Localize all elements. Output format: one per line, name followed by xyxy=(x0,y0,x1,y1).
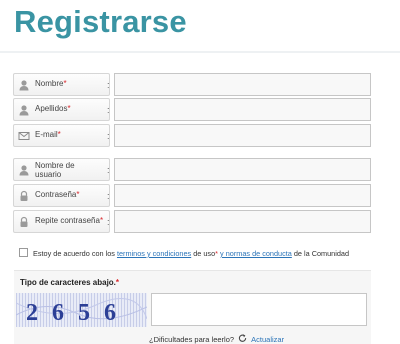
header-divider xyxy=(0,51,400,53)
password-input[interactable] xyxy=(114,184,371,207)
user-icon xyxy=(19,105,29,116)
email-label-box: E-mail* : xyxy=(13,124,110,147)
password-label: Contraseña xyxy=(35,190,77,199)
refresh-icon[interactable] xyxy=(238,334,247,343)
captcha-title: Tipo de caracteres abajo. xyxy=(20,278,116,287)
terms-checkbox[interactable] xyxy=(19,248,28,257)
required-asterisk: * xyxy=(115,278,120,287)
header: Registrarse xyxy=(0,0,400,52)
name-row: Nombre* : xyxy=(13,73,371,96)
surname-label: Apellidos xyxy=(35,104,68,113)
lock-icon xyxy=(20,216,28,227)
repeat-password-input[interactable] xyxy=(114,210,371,233)
terms-link[interactable]: terminos y condiciones xyxy=(117,249,191,258)
terms-text-before: Estoy de acuerdo con los xyxy=(33,249,115,258)
label-colon: : xyxy=(107,217,110,227)
user-icon xyxy=(19,165,29,176)
label-colon: : xyxy=(107,165,110,175)
username-label-box: Nombre de usuario : xyxy=(13,158,110,181)
required-asterisk: * xyxy=(63,79,67,88)
repeat-password-label: Repite contraseña xyxy=(35,216,100,225)
password-row: Contraseña* : xyxy=(13,184,371,207)
required-asterisk: * xyxy=(67,104,71,113)
surname-row: Apellidos* : xyxy=(13,98,371,121)
captcha-text: 2656 xyxy=(26,300,130,326)
email-input[interactable] xyxy=(114,124,371,147)
terms-text-after: de la Comunidad xyxy=(293,249,350,258)
terms-row: Estoy de acuerdo con los terminos y cond… xyxy=(19,248,394,258)
terms-text-middle: de uso xyxy=(193,249,216,258)
user-icon xyxy=(19,80,29,91)
repeat-password-row: Repite contraseña* : xyxy=(13,210,371,233)
page-title: Registrarse xyxy=(14,4,187,39)
label-colon: : xyxy=(107,191,110,201)
username-label: Nombre de usuario xyxy=(35,161,75,179)
username-input[interactable] xyxy=(114,158,371,181)
surname-input[interactable] xyxy=(114,98,371,121)
lock-icon xyxy=(20,190,28,201)
captcha-image: 2656 xyxy=(16,293,147,327)
name-label: Nombre xyxy=(35,79,64,88)
label-colon: : xyxy=(107,131,110,141)
envelope-icon xyxy=(18,132,30,140)
required-asterisk: * xyxy=(76,190,80,199)
name-label-box: Nombre* : xyxy=(13,73,110,96)
required-asterisk: * xyxy=(99,216,104,225)
captcha-input[interactable] xyxy=(151,293,367,326)
email-row: E-mail* : xyxy=(13,124,371,147)
surname-label-box: Apellidos* : xyxy=(13,98,110,121)
captcha-panel: Tipo de caracteres abajo.* 2656 ¿Dificul… xyxy=(14,270,371,344)
email-label: E-mail xyxy=(35,130,58,139)
label-colon: : xyxy=(107,105,110,115)
label-colon: : xyxy=(107,80,110,90)
password-label-box: Contraseña* : xyxy=(13,184,110,207)
name-input[interactable] xyxy=(114,73,371,96)
required-asterisk: * xyxy=(57,130,61,139)
required-asterisk: * xyxy=(215,249,218,258)
username-row: Nombre de usuario : xyxy=(13,158,371,181)
repeat-password-label-box: Repite contraseña* : xyxy=(13,210,110,233)
conduct-link[interactable]: y normas de conducta xyxy=(220,249,292,258)
